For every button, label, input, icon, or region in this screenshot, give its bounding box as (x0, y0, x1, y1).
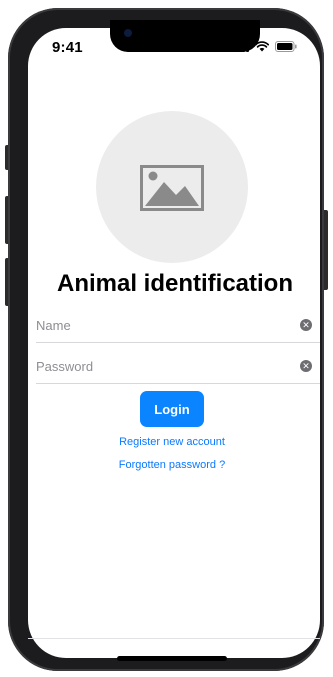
login-button[interactable]: Login (140, 391, 204, 427)
wifi-icon (255, 41, 269, 52)
home-indicator (117, 656, 227, 661)
password-field-group: ✕ (36, 349, 320, 385)
clear-icon[interactable]: ✕ (300, 360, 312, 372)
battery-icon (275, 41, 297, 52)
status-time: 9:41 (52, 39, 83, 56)
password-input[interactable] (36, 349, 286, 383)
image-icon (140, 165, 204, 211)
status-icons (232, 41, 298, 52)
forgot-password-link[interactable]: Forgotten password ? (60, 459, 284, 471)
clear-icon[interactable]: ✕ (300, 319, 312, 331)
register-link[interactable]: Register new account (60, 436, 284, 448)
page-title: Animal identification (56, 270, 293, 297)
password-field-divider (36, 383, 320, 384)
name-input[interactable] (36, 308, 286, 342)
name-field-divider (36, 342, 320, 343)
front-camera (124, 29, 132, 37)
bottom-divider (28, 638, 320, 639)
name-field-group: ✕ (36, 308, 320, 344)
device-mockup: 9:41 Animal identification Name ✕ ✕ Logi… (0, 0, 333, 677)
signal-icon (232, 41, 249, 52)
